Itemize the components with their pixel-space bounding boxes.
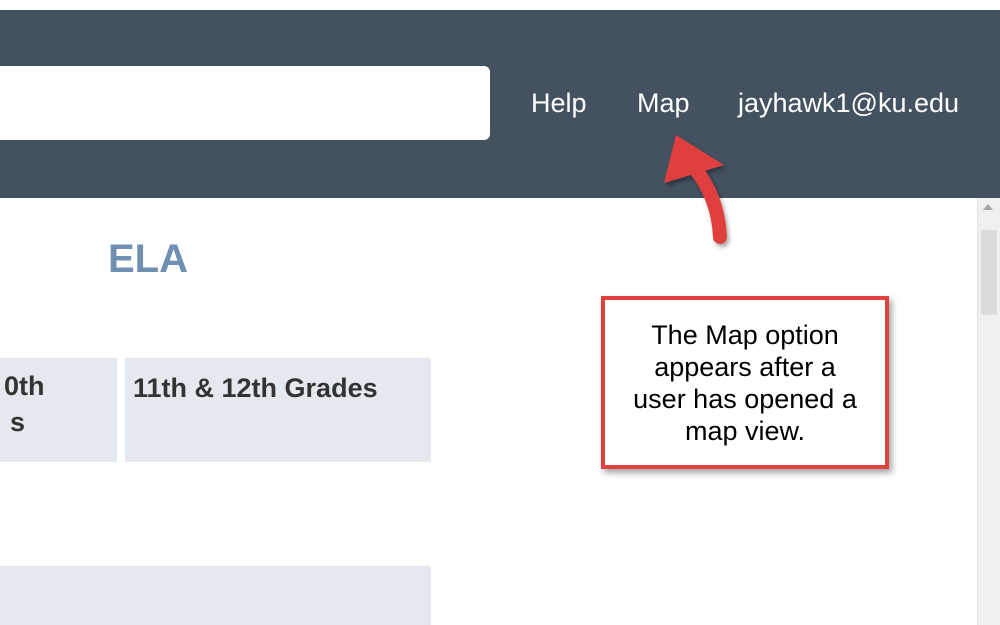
user-account-link[interactable]: jayhawk1@ku.edu <box>738 86 959 120</box>
scroll-up-arrow-icon[interactable] <box>983 204 993 210</box>
grade-column-header[interactable]: 0th s <box>0 358 117 462</box>
annotation-callout-text: The Map option appears after a user has … <box>633 319 857 446</box>
grade-column-header-11-12[interactable]: 11th & 12th Grades <box>125 358 431 462</box>
content-row <box>0 566 431 625</box>
help-link[interactable]: Help <box>531 86 587 120</box>
scrollbar-thumb[interactable] <box>981 230 997 315</box>
annotation-arrow-icon <box>664 135 727 244</box>
grade-column-header-line1: 0th <box>4 371 45 401</box>
vertical-scrollbar[interactable] <box>977 198 1000 625</box>
annotation-callout: The Map option appears after a user has … <box>601 296 889 469</box>
grade-column-header-label: 11th & 12th Grades <box>133 373 378 403</box>
map-link[interactable]: Map <box>637 86 690 120</box>
grade-column-header-line2: s <box>10 407 26 437</box>
search-input[interactable] <box>0 66 490 140</box>
subject-title: ELA <box>108 237 188 281</box>
top-strip <box>0 0 1000 10</box>
page: Help Map jayhawk1@ku.edu ELA 0th s 11th … <box>0 0 1000 625</box>
